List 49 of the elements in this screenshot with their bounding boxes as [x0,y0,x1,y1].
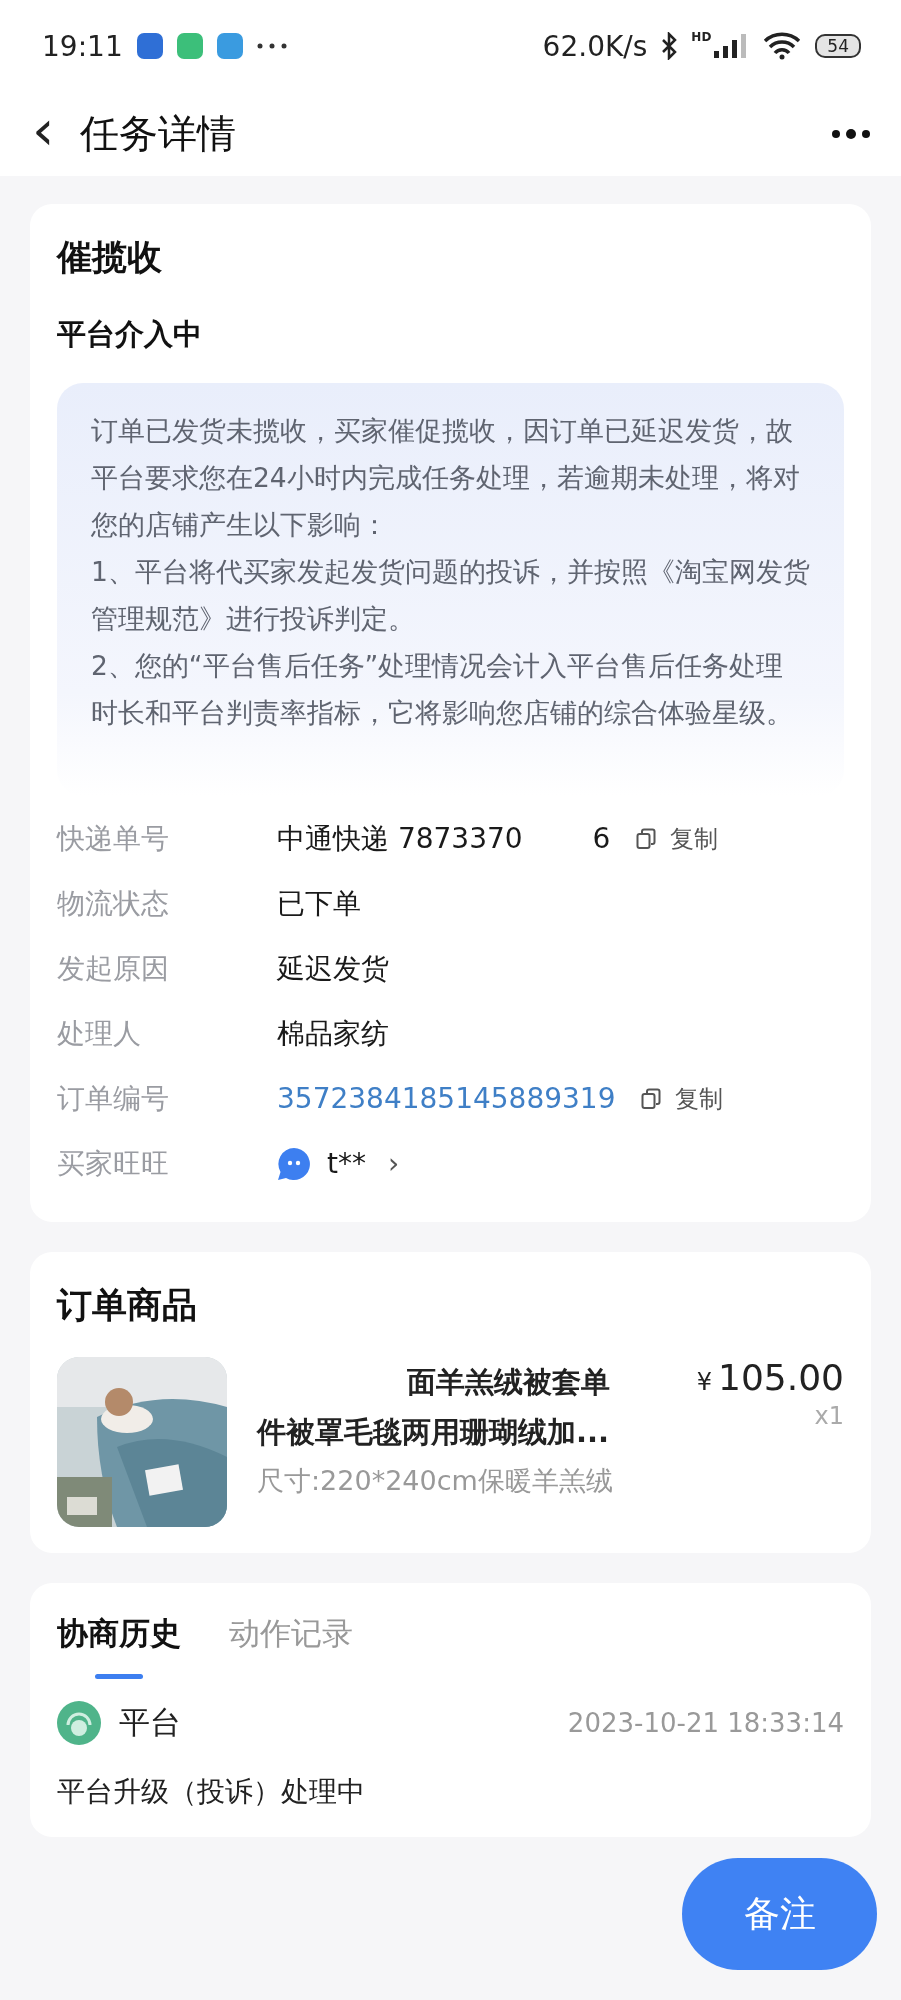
actor-name: 平台 [119,1703,181,1742]
network-type: HD [691,30,712,44]
field-value: 中通快递 7873370 [277,820,523,857]
field-value: 棉品家纺 [277,1015,389,1052]
clock: 19:11 [42,29,123,63]
app-icon [136,33,163,59]
task-status: 平台介入中 [57,316,203,353]
field-label: 快递单号 [57,820,170,857]
order-number-link[interactable]: 3572384185145889319 [277,1082,616,1115]
copy-button[interactable]: 复制 [636,822,719,855]
chat-bubble-icon [277,1146,311,1181]
product-price: ¥ 105.00 [696,1357,844,1398]
product-spec: 尺寸:220*240cm保暖羊羔绒 [257,1464,614,1498]
field-value: 已下单 [277,885,361,922]
product-quantity: x1 [814,1402,844,1430]
product-title: 面羊羔绒被套单 [406,1364,611,1401]
notice-text: 订单已发货未揽收，买家催促揽收，因订单已延迟发货，故平台要求您在24小时内完成任务处理，若逾期未处理，将对您的店铺产生以下影响： [91,414,801,542]
tab[interactable]: 协商历史 [57,1613,181,1679]
page-title: 任务详情 [80,110,237,158]
entry-time: 2023-10-21 18:33:14 [567,1708,844,1738]
buyer-name[interactable]: t** [327,1147,366,1180]
wifi-icon [763,32,802,60]
battery-level: 54 [815,34,861,58]
product-title: 件被罩毛毯两用珊瑚绒加... [257,1414,611,1451]
field-label: 订单编号 [57,1080,170,1117]
field-label: 发起原因 [57,950,170,987]
note-button[interactable]: 备注 [682,1858,877,1970]
network-speed: 62.0K/s [542,29,648,63]
app-icon [176,33,203,59]
copy-button[interactable]: 复制 [641,1082,724,1115]
field-label: 物流状态 [57,885,170,922]
field-value: 延迟发货 [277,950,389,987]
back-button[interactable]: ‹ [32,102,55,158]
copy-icon [636,827,657,850]
field-value: 6 [592,822,611,855]
notice-text: 1、平台将代买家发起发货问题的投诉，并按照《淘宝网发货管理规范》进行投诉判定。 [91,555,810,636]
section-title: 订单商品 [57,1284,198,1327]
more-icon[interactable] [831,129,871,139]
notice-text: 2、您的“平台售后任务”处理情况会计入平台售后任务处理时长和平台判责率指标，它将影响您店铺的综合体验星级。 [91,649,794,730]
app-icon [216,33,243,59]
field-label: 买家旺旺 [57,1145,170,1182]
entry-text: 平台升级（投诉）处理中 [57,1774,366,1810]
copy-icon [641,1087,662,1110]
bluetooth-icon [661,32,678,60]
chevron-icon[interactable]: › [388,1147,400,1180]
task-title: 催揽收 [57,236,163,279]
more-icon [256,43,287,49]
headset-avatar-icon [57,1701,101,1745]
field-label: 处理人 [57,1015,142,1052]
